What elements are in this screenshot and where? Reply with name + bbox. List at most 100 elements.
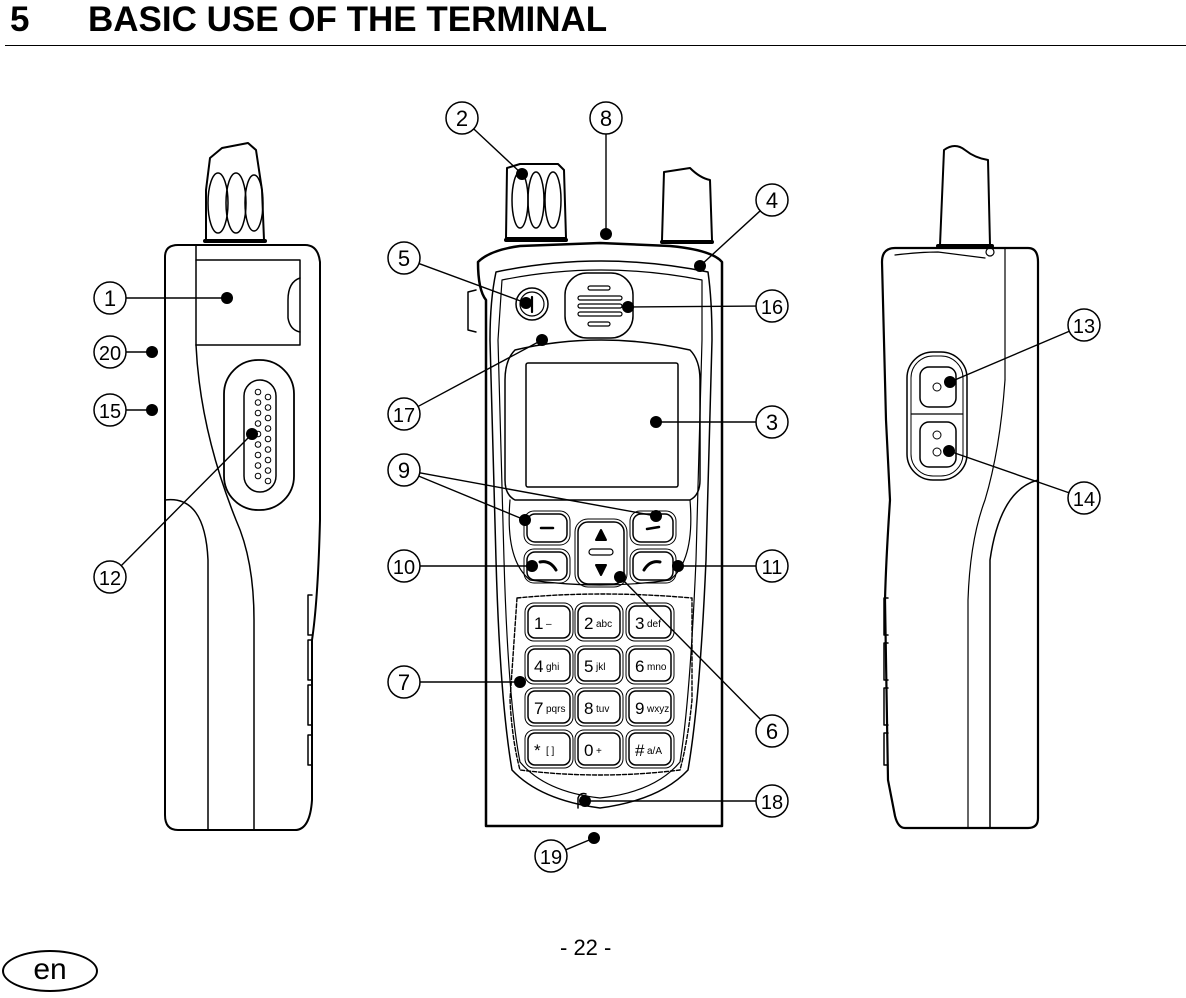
callout-number: 18 [761,792,783,814]
leader-line [473,128,523,175]
keypad-key-4[interactable]: 4 ghi [524,645,574,685]
key-main-label: # [635,741,645,760]
key-sub-label: def [647,619,661,630]
target-dot [516,168,528,180]
target-dot [600,228,612,240]
end-call-key [632,551,674,581]
key-sub-label: – [546,619,552,630]
key-main-label: 2 [584,614,593,633]
external-antenna-connector-frame [906,351,968,481]
right-antenna [939,145,991,246]
leader-line [419,472,657,517]
target-dot [520,297,532,309]
key-main-label: 4 [534,657,543,676]
keypad-key-2[interactable]: 2 abc [574,602,624,642]
callout-15: 15 [93,393,158,427]
keypad-key-hash[interactable]: # a/A [625,729,675,769]
connector-pin [264,393,272,401]
connector-pin [264,467,272,474]
keypad-key-7[interactable]: 7 pqrs [524,687,574,727]
target-dot [694,260,706,272]
keypad-key-3[interactable]: 3 def [625,602,675,642]
keypad-key-9[interactable]: 9 wxyz [625,687,675,727]
speaker-slot [577,295,623,301]
key-main-label: 5 [584,657,593,676]
connector-pin [254,462,262,469]
callout-number: 2 [456,106,468,131]
callout-number: 6 [766,719,778,744]
speaker-slot [587,321,611,327]
target-dot [526,560,538,572]
callout-11: 11 [672,549,789,583]
leader-line [417,339,543,408]
key-main-label: * [534,741,541,760]
callout-number: 17 [393,405,415,427]
target-dot [672,560,684,572]
speaker-slot [587,285,611,291]
keypad-key-0[interactable]: 0 + [574,729,624,769]
callout-9: 9 [387,453,662,526]
callout-number: 1 [104,286,116,311]
leader-line [627,305,757,308]
power-contacts [919,421,957,468]
key-sub-label: a/A [647,746,662,757]
callout-number: 7 [398,670,410,695]
key-main-label: 8 [584,699,593,718]
leader-line [699,210,761,267]
target-dot [536,334,548,346]
speaker-slot [577,303,623,309]
key-main-label: 1 [534,614,543,633]
callout-20: 20 [93,335,158,369]
key-sub-label: abc [596,619,612,630]
target-dot [519,514,531,526]
connector-pin [264,477,272,485]
connector-pin [254,472,262,480]
key-sub-label: tuv [596,704,609,715]
callout-number: 12 [99,568,121,590]
callout-1: 1 [93,281,233,315]
right-side-view [880,145,1040,830]
callout-8: 8 [589,101,623,240]
callout-number: 10 [393,557,415,579]
left-side-view [164,142,321,831]
connector-pin [254,399,262,406]
callout-19: 19 [534,832,600,873]
key-sub-label: wxyz [646,704,669,715]
accessory-connector [223,359,295,511]
key-sub-label: pqrs [546,704,565,715]
front-view: 1–2 abc 3 def4 ghi 5 jkl 6 mno7 pqrs 8 tuv 9 wxyz*[ ]… [467,163,724,828]
keypad-key-8[interactable]: 8 tuv [574,687,624,727]
page-number: - 22 - [560,935,612,960]
callout-number: 4 [766,188,778,213]
callout-number: 5 [398,246,410,271]
keypad-key-1[interactable]: 1– [524,602,574,642]
connector-pin [264,446,272,453]
callout-7: 7 [387,665,526,699]
connector-pin [254,420,262,427]
key-sub-label: [ ] [546,746,555,757]
connector-pin [254,451,262,459]
key-main-label: 3 [635,614,644,633]
callout-number: 20 [99,343,121,365]
callout-5: 5 [387,241,532,309]
language-badge: en [2,950,98,992]
leader-line [948,450,1070,494]
keypad-key-star[interactable]: * [ ] [524,729,574,769]
callout-number: 3 [766,410,778,435]
target-dot [146,404,158,416]
key-main-label: 9 [635,699,644,718]
keypad-key-5[interactable]: 5 jkl [574,645,624,685]
callout-number: 9 [398,458,410,483]
callout-12: 12 [93,428,258,594]
key-sub-label: jkl [595,662,605,673]
speaker-slot [577,311,623,317]
callout-number: 13 [1073,316,1095,338]
connector-pin [264,456,272,464]
target-dot [221,292,233,304]
callout-number: 14 [1073,489,1095,511]
connector-pin [264,404,272,411]
connector-pin [264,414,272,422]
keypad-key-6[interactable]: 6 mno [625,645,675,685]
key-main-label: 0 [584,741,593,760]
callout-3: 3 [650,405,789,439]
